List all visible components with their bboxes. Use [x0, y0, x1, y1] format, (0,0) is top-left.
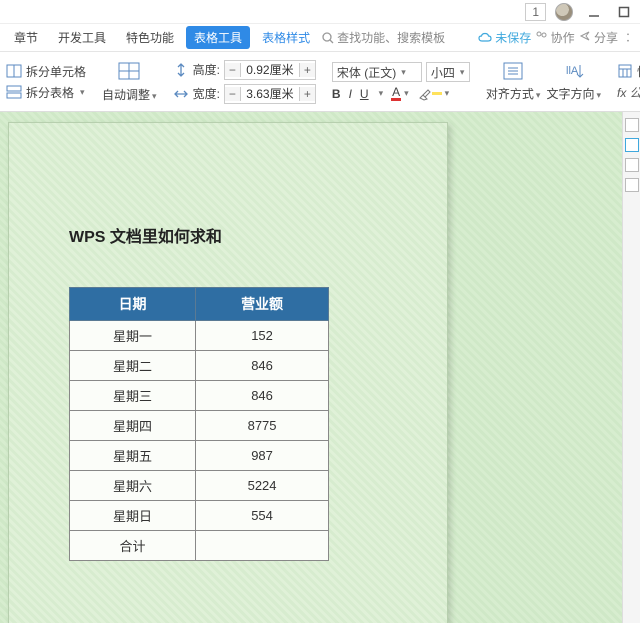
tab-table-style[interactable]: 表格样式	[254, 26, 318, 49]
cell-date[interactable]: 星期一	[70, 321, 196, 351]
document-area[interactable]: WPS 文档里如何求和 日期 营业额 星期一152星期二846星期三846星期四…	[0, 112, 622, 623]
width-decrease[interactable]: −	[225, 87, 241, 101]
tab-features[interactable]: 特色功能	[118, 26, 182, 49]
window-minimize-button[interactable]	[582, 2, 606, 22]
tab-devtools[interactable]: 开发工具	[50, 26, 114, 49]
quick-calc-icon	[617, 63, 633, 79]
search-box[interactable]: 查找功能、搜索模板	[322, 29, 445, 46]
font-name-select[interactable]: 宋体 (正文)▾	[332, 62, 422, 82]
share-button[interactable]: 分享	[579, 29, 618, 46]
unsaved-indicator[interactable]: 未保存	[478, 29, 531, 46]
width-label: 宽度:	[193, 85, 220, 102]
row-height-icon	[173, 62, 189, 78]
avatar-icon	[555, 3, 573, 21]
split-cell-icon	[6, 63, 22, 79]
font-color-icon: A	[391, 86, 401, 101]
maximize-icon	[618, 6, 630, 18]
cell-date[interactable]: 合计	[70, 531, 196, 561]
table-row[interactable]: 星期日554	[70, 501, 329, 531]
cell-revenue[interactable]: 846	[196, 351, 329, 381]
page-indicator[interactable]: 1	[525, 3, 546, 21]
table-row[interactable]: 星期六5224	[70, 471, 329, 501]
document-page[interactable]: WPS 文档里如何求和 日期 营业额 星期一152星期二846星期三846星期四…	[8, 122, 448, 623]
cell-revenue[interactable]: 987	[196, 441, 329, 471]
col-date[interactable]: 日期	[70, 288, 196, 321]
table-row[interactable]: 星期三846	[70, 381, 329, 411]
side-panel-button-1[interactable]	[625, 118, 639, 132]
cell-revenue[interactable]: 152	[196, 321, 329, 351]
data-table[interactable]: 日期 营业额 星期一152星期二846星期三846星期四8775星期五987星期…	[69, 287, 329, 561]
document-title: WPS 文档里如何求和	[69, 223, 387, 247]
width-increase[interactable]: +	[299, 87, 315, 101]
text-direction-button[interactable]: llA 文字方向▾	[546, 61, 601, 102]
cell-date[interactable]: 星期五	[70, 441, 196, 471]
table-row[interactable]: 星期五987	[70, 441, 329, 471]
cell-date[interactable]: 星期六	[70, 471, 196, 501]
col-revenue[interactable]: 营业额	[196, 288, 329, 321]
height-value[interactable]: 0.92厘米	[241, 61, 299, 78]
cell-date[interactable]: 星期日	[70, 501, 196, 531]
table-row[interactable]: 星期二846	[70, 351, 329, 381]
quick-calc-button[interactable]: 快速计算▾	[617, 63, 640, 80]
table-header-row: 日期 营业额	[70, 288, 329, 321]
tab-section[interactable]: 章节	[6, 26, 46, 49]
collab-icon	[535, 30, 547, 42]
page-number: 1	[532, 5, 539, 19]
text-direction-icon: llA	[563, 61, 585, 81]
search-icon	[322, 32, 334, 44]
width-spinner[interactable]: − 3.63厘米 +	[224, 84, 316, 104]
cell-revenue[interactable]: 846	[196, 381, 329, 411]
align-icon	[502, 61, 524, 81]
window-titlebar: 1	[0, 0, 640, 24]
split-table-icon	[6, 84, 22, 100]
table-row[interactable]: 星期四8775	[70, 411, 329, 441]
collab-button[interactable]: 协作	[535, 29, 574, 46]
italic-button[interactable]: I	[349, 87, 352, 101]
bold-button[interactable]: B	[332, 87, 341, 101]
width-value[interactable]: 3.63厘米	[241, 85, 299, 102]
cell-revenue[interactable]	[196, 531, 329, 561]
table-row[interactable]: 合计	[70, 531, 329, 561]
minimize-icon	[588, 6, 600, 18]
menu-more[interactable]: ︰	[622, 29, 634, 46]
highlight-button[interactable]: ▾	[417, 87, 450, 101]
highlight-icon	[417, 87, 431, 101]
cell-revenue[interactable]: 554	[196, 501, 329, 531]
autofit-icon	[116, 60, 142, 82]
formula-button[interactable]: fx 公式	[617, 84, 640, 101]
search-placeholder: 查找功能、搜索模板	[337, 29, 445, 46]
autofit-button[interactable]: 自动调整▾	[102, 60, 157, 103]
ribbon-toolbar: 拆分单元格 拆分表格▾ 自动调整▾ 高度: − 0.92厘米 +	[0, 52, 640, 112]
cell-date[interactable]: 星期四	[70, 411, 196, 441]
side-panel-button-3[interactable]	[625, 158, 639, 172]
cell-date[interactable]: 星期三	[70, 381, 196, 411]
split-cell-button[interactable]: 拆分单元格	[6, 63, 86, 80]
svg-text:llA: llA	[566, 65, 579, 77]
height-increase[interactable]: +	[299, 63, 315, 77]
align-button[interactable]: 对齐方式▾	[486, 61, 541, 102]
cell-revenue[interactable]: 8775	[196, 411, 329, 441]
cell-revenue[interactable]: 5224	[196, 471, 329, 501]
side-panel-button-2[interactable]	[625, 138, 639, 152]
cell-date[interactable]: 星期二	[70, 351, 196, 381]
font-color-button[interactable]: A▾	[391, 86, 409, 101]
height-spinner[interactable]: − 0.92厘米 +	[224, 60, 316, 80]
table-row[interactable]: 星期一152	[70, 321, 329, 351]
cloud-icon	[478, 32, 492, 44]
window-maximize-button[interactable]	[612, 2, 636, 22]
side-panel-button-4[interactable]	[625, 178, 639, 192]
underline-button[interactable]: U	[360, 87, 369, 101]
tab-table-tools[interactable]: 表格工具	[186, 26, 250, 49]
menu-bar: 章节 开发工具 特色功能 表格工具 表格样式 查找功能、搜索模板 未保存 协作 …	[0, 24, 640, 52]
share-icon	[579, 30, 591, 42]
right-sidebar	[622, 112, 640, 623]
split-table-button[interactable]: 拆分表格▾	[6, 84, 86, 101]
col-width-icon	[173, 86, 189, 102]
font-size-select[interactable]: 小四▾	[426, 62, 470, 82]
height-decrease[interactable]: −	[225, 63, 241, 77]
height-label: 高度:	[193, 61, 220, 78]
user-avatar[interactable]	[552, 2, 576, 22]
